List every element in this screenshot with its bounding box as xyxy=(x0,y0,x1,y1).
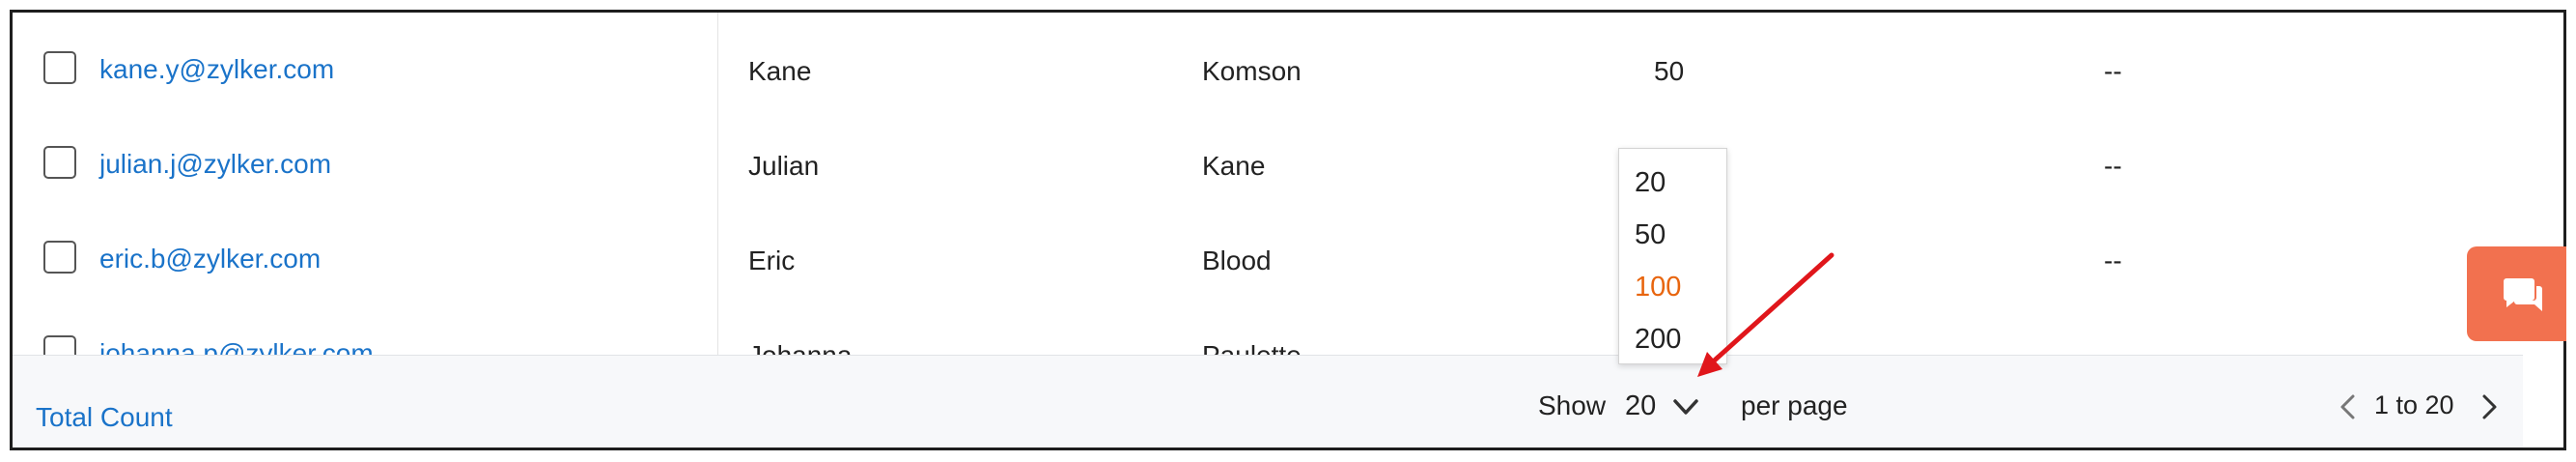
page-range-text: 1 to 20 xyxy=(2374,390,2454,419)
table-row: julian.j@zylker.com Julian Kane -- xyxy=(13,129,2523,223)
extra-cell: -- xyxy=(2104,245,2122,275)
row-checkbox[interactable] xyxy=(43,51,76,84)
table-window: kane.y@zylker.com Kane Komson 50 -- juli… xyxy=(10,10,2566,450)
page-size-option[interactable]: 50 xyxy=(1635,218,1666,251)
first-name-cell: Julian xyxy=(748,151,820,181)
row-checkbox[interactable] xyxy=(43,335,76,355)
row-checkbox[interactable] xyxy=(43,241,76,274)
table-body: kane.y@zylker.com Kane Komson 50 -- juli… xyxy=(13,13,2523,355)
first-name-cell: Kane xyxy=(748,56,812,86)
per-page-label: per page xyxy=(1741,390,1848,420)
chevron-down-icon[interactable] xyxy=(1669,392,1702,421)
chevron-right-icon[interactable] xyxy=(2477,392,2502,421)
chat-button[interactable] xyxy=(2467,246,2566,341)
total-count-link[interactable]: Total Count xyxy=(36,402,173,433)
chevron-left-icon[interactable] xyxy=(2336,392,2361,421)
page-size-select[interactable]: 20 xyxy=(1625,390,1656,422)
email-link[interactable]: johanna.p@zylker.com xyxy=(99,337,374,355)
email-link[interactable]: eric.b@zylker.com xyxy=(99,243,321,275)
last-name-cell: Paulette xyxy=(1202,339,1302,355)
page-size-option-highlighted[interactable]: 100 xyxy=(1635,271,1681,303)
row-checkbox[interactable] xyxy=(43,146,76,179)
page-size-option[interactable]: 200 xyxy=(1635,323,1681,356)
table-row: eric.b@zylker.com Eric Blood -- xyxy=(13,223,2523,318)
table-row: kane.y@zylker.com Kane Komson 50 -- xyxy=(13,34,2523,129)
first-name-cell: Eric xyxy=(748,245,796,275)
table-row: johanna.p@zylker.com Johanna Paulette xyxy=(13,318,2523,355)
chat-bubbles-icon xyxy=(2504,278,2542,311)
last-name-cell: Blood xyxy=(1202,245,1272,275)
last-name-cell: Kane xyxy=(1202,151,1266,181)
email-link[interactable]: kane.y@zylker.com xyxy=(99,53,334,86)
show-label: Show xyxy=(1538,390,1607,420)
last-name-cell: Komson xyxy=(1202,56,1302,86)
page-size-option[interactable]: 20 xyxy=(1635,166,1666,199)
table-footer: Total Count Show 20 per page 1 to 20 xyxy=(13,355,2523,448)
page-size-dropdown: 20 50 100 200 xyxy=(1618,148,1727,364)
first-name-cell: Johanna xyxy=(748,339,852,355)
count-cell: 50 xyxy=(1654,56,1685,86)
extra-cell: -- xyxy=(2104,56,2122,86)
extra-cell: -- xyxy=(2104,151,2122,181)
email-link[interactable]: julian.j@zylker.com xyxy=(99,148,331,181)
